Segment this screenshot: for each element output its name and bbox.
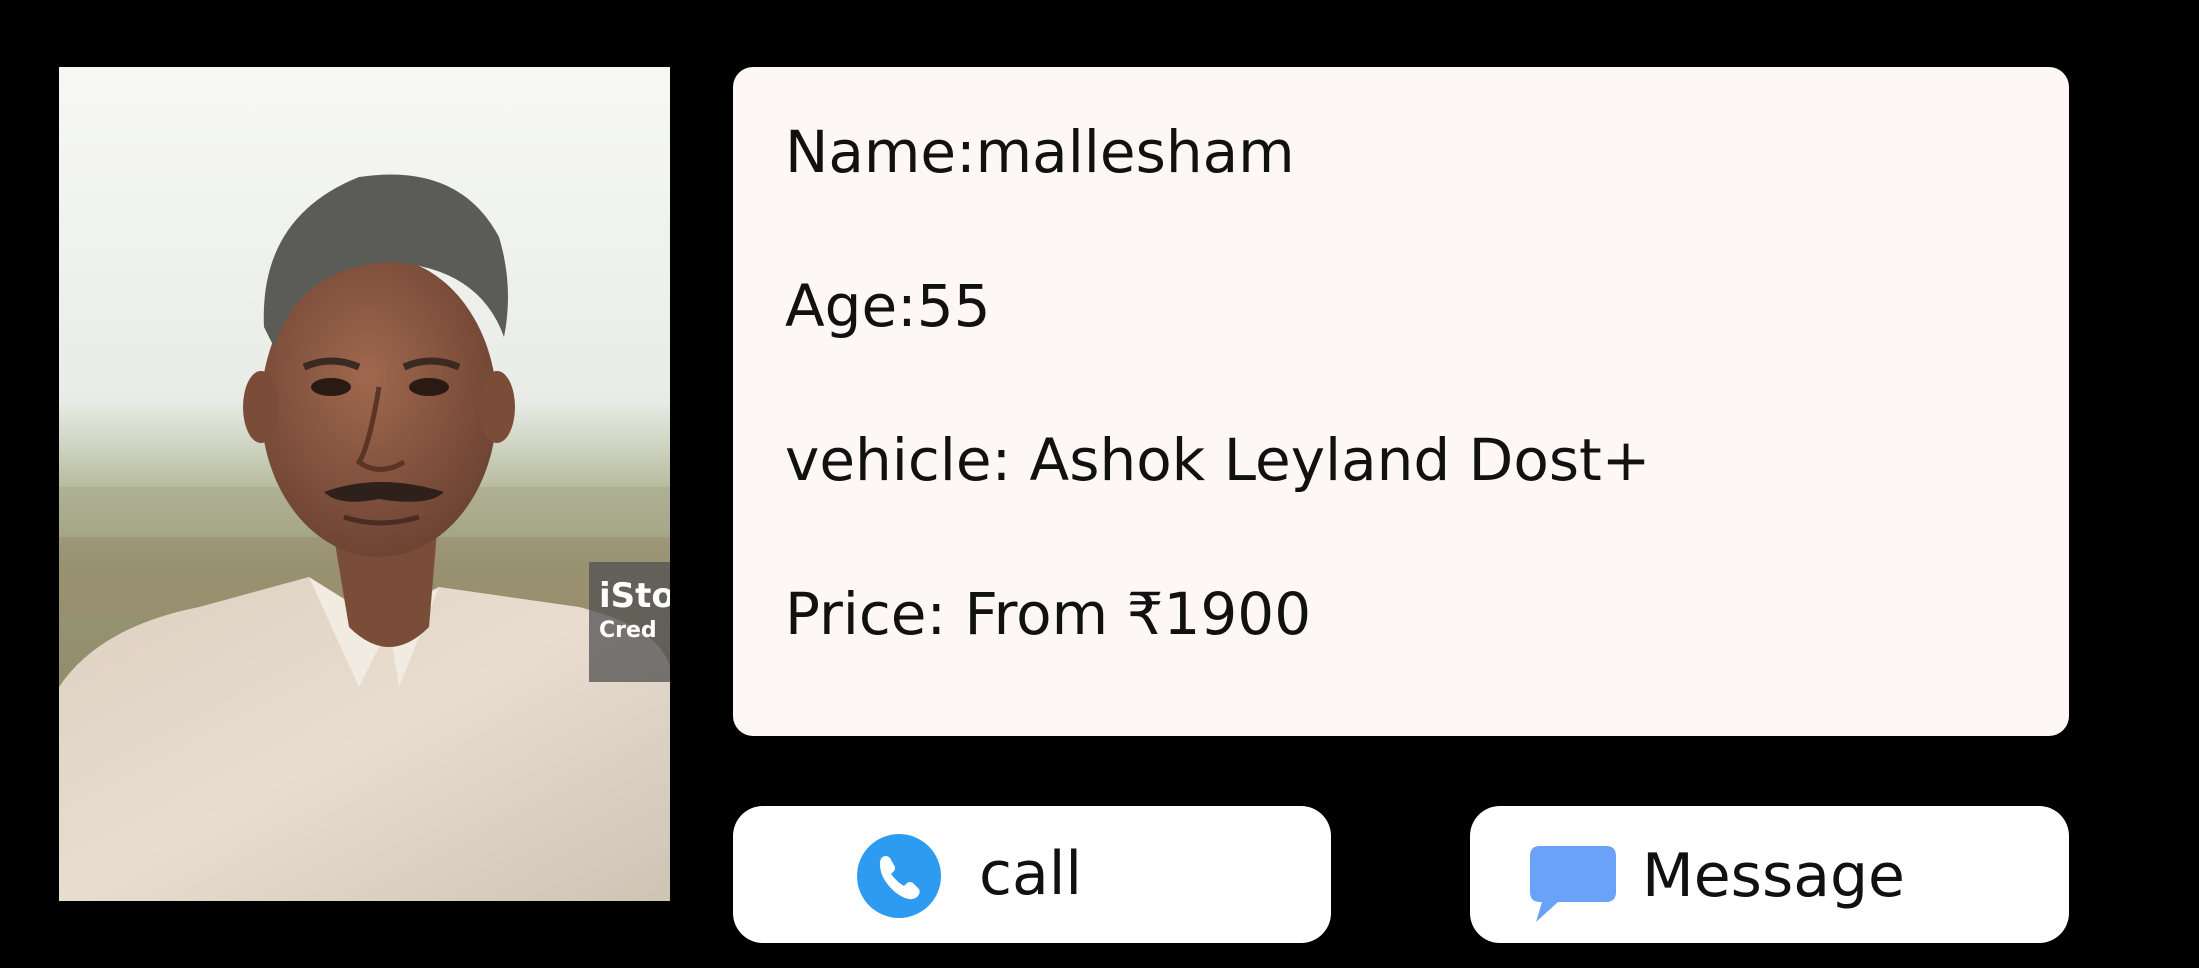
driver-age: Age:55 [785, 272, 991, 340]
driver-vehicle: vehicle: Ashok Leyland Dost+ [785, 426, 1651, 494]
phone-icon [857, 834, 941, 918]
driver-info-card: Name:mallesham Age:55 vehicle: Ashok Ley… [733, 67, 2069, 736]
call-button[interactable]: call [733, 806, 1331, 943]
message-button-label: Message [1642, 841, 1905, 911]
driver-profile-page: iSto Cred Name:mallesham Age:55 vehicle:… [0, 0, 2199, 968]
watermark-brand: iSto [599, 576, 670, 616]
chat-bubble-icon [1530, 846, 1616, 922]
watermark-credit: Cred [599, 618, 657, 643]
driver-name: Name:mallesham [785, 118, 1295, 186]
call-button-label: call [979, 839, 1083, 909]
driver-photo-image [59, 67, 670, 901]
driver-photo: iSto Cred [59, 67, 670, 901]
driver-price: Price: From ₹1900 [785, 580, 1312, 648]
message-button[interactable]: Message [1470, 806, 2069, 943]
stock-watermark: iSto Cred [589, 562, 670, 682]
